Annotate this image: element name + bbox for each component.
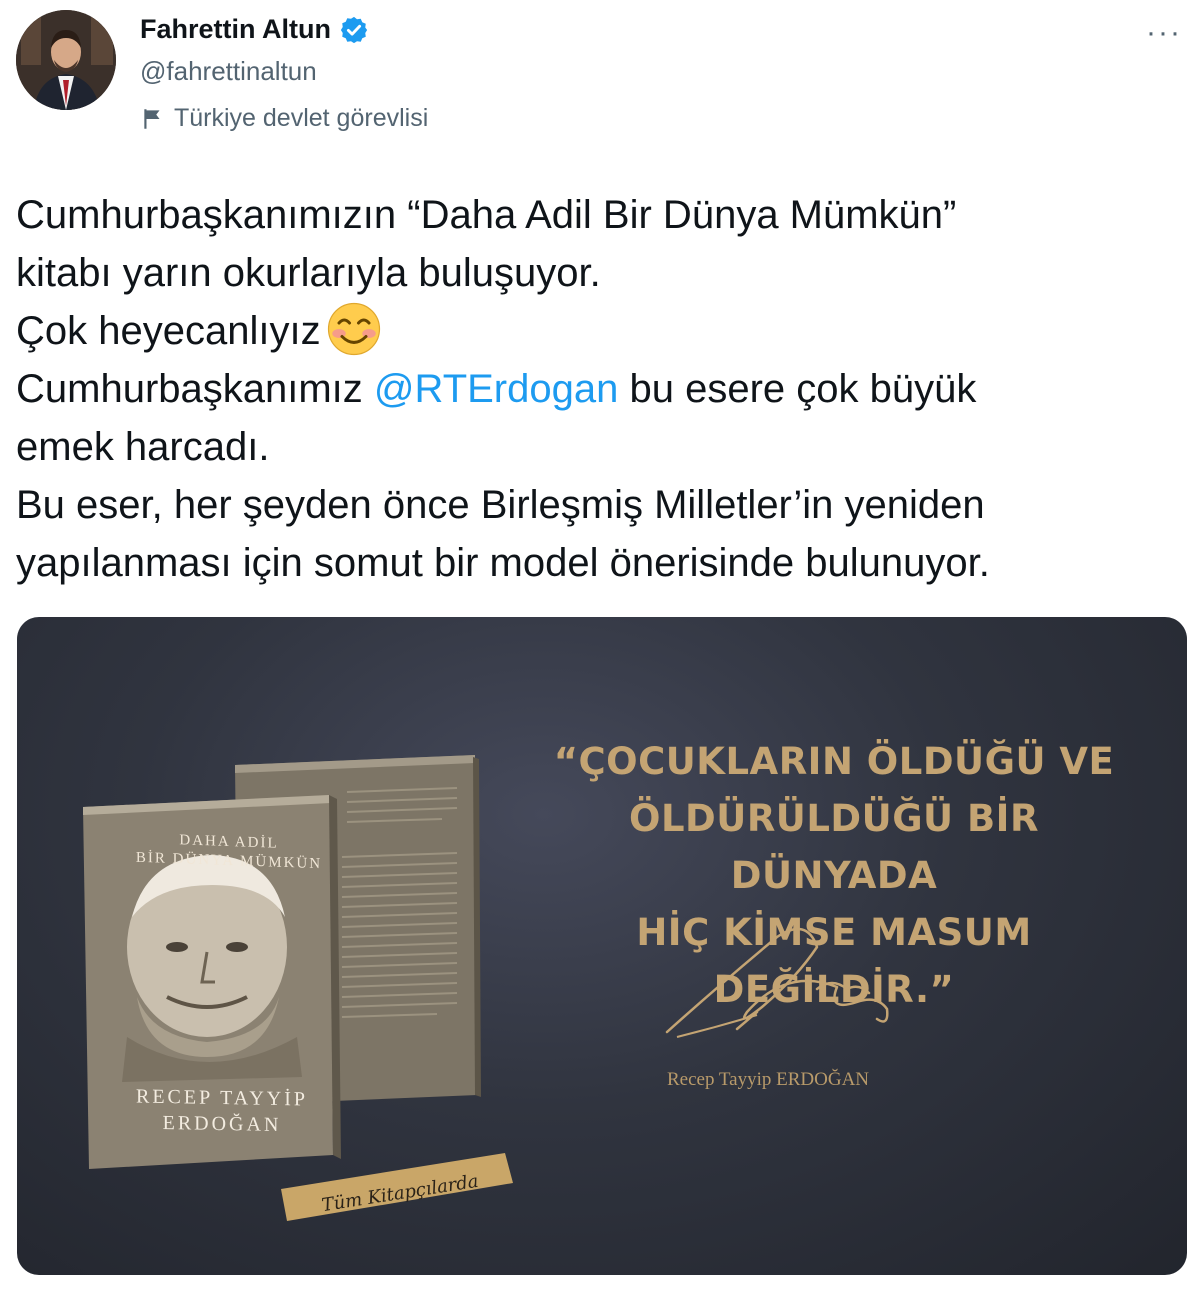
more-options-button[interactable]: ··· (1146, 16, 1182, 50)
verified-badge-icon (340, 16, 368, 43)
tweet-line-1: Cumhurbaşkanımızın “Daha Adil Bir Dünya … (16, 193, 957, 237)
author-name-row[interactable]: Fahrettin Altun (140, 14, 369, 45)
tweet-line-3: Çok heyecanlıyız (16, 302, 1186, 360)
tweet-line-4: Cumhurbaşkanımız @RTErdogan bu esere çok… (16, 360, 1186, 418)
tweet-line-2: kitabı yarın okurlarıyla buluşuyor. (16, 251, 601, 295)
government-label[interactable]: Türkiye devlet görevlisi (140, 104, 428, 133)
quote-line-2: ÖLDÜRÜLDÜĞÜ BİR DÜNYADA (629, 797, 1039, 897)
book-cover-title: DAHA ADİL BİR DÜNYA MÜMKÜN (115, 829, 343, 875)
tweet-line-7: yapılanması için somut bir model önerisi… (16, 541, 990, 585)
quote-line-3: HİÇ KİMSE MASUM DEĞİLDİR.” (636, 911, 1032, 1011)
tweet-line-6: Bu eser, her şeyden önce Birleşmiş Mille… (16, 483, 985, 527)
promo-quote: “ÇOCUKLARIN ÖLDÜĞÜ VE ÖLDÜRÜLDÜĞÜ BİR DÜ… (529, 733, 1139, 1018)
signature-name: Recep Tayyip ERDOĞAN (667, 1069, 870, 1090)
tweet-line-3-text: Çok heyecanlıyız (16, 309, 321, 353)
avatar-image (16, 10, 116, 110)
smiling-face-emoji-icon (327, 302, 380, 356)
government-label-text: Türkiye devlet görevlisi (174, 104, 429, 132)
tweet-media-image[interactable]: DAHA ADİL BİR DÜNYA MÜMKÜN RECEP TAYYİP … (17, 617, 1187, 1275)
book-author-line-2: ERDOĞAN (162, 1111, 282, 1137)
book-author-line-1: RECEP TAYYİP (135, 1085, 309, 1111)
flag-icon (144, 108, 160, 129)
author-handle[interactable]: @fahrettinaltun (140, 56, 317, 87)
tweet-line-4-start: Cumhurbaşkanımız (16, 367, 374, 411)
quote-line-1: “ÇOCUKLARIN ÖLDÜĞÜ VE (553, 740, 1115, 783)
tweet-line-4-end: bu esere çok büyük (618, 367, 977, 411)
tweet-text: Cumhurbaşkanımızın “Daha Adil Bir Dünya … (16, 186, 1186, 592)
mention-link[interactable]: @RTErdogan (374, 367, 618, 411)
tweet-line-5: emek harcadı. (16, 425, 270, 469)
avatar[interactable] (16, 10, 116, 110)
book-cover-author: RECEP TAYYİP ERDOĞAN (122, 1083, 322, 1138)
author-name[interactable]: Fahrettin Altun (140, 14, 331, 45)
